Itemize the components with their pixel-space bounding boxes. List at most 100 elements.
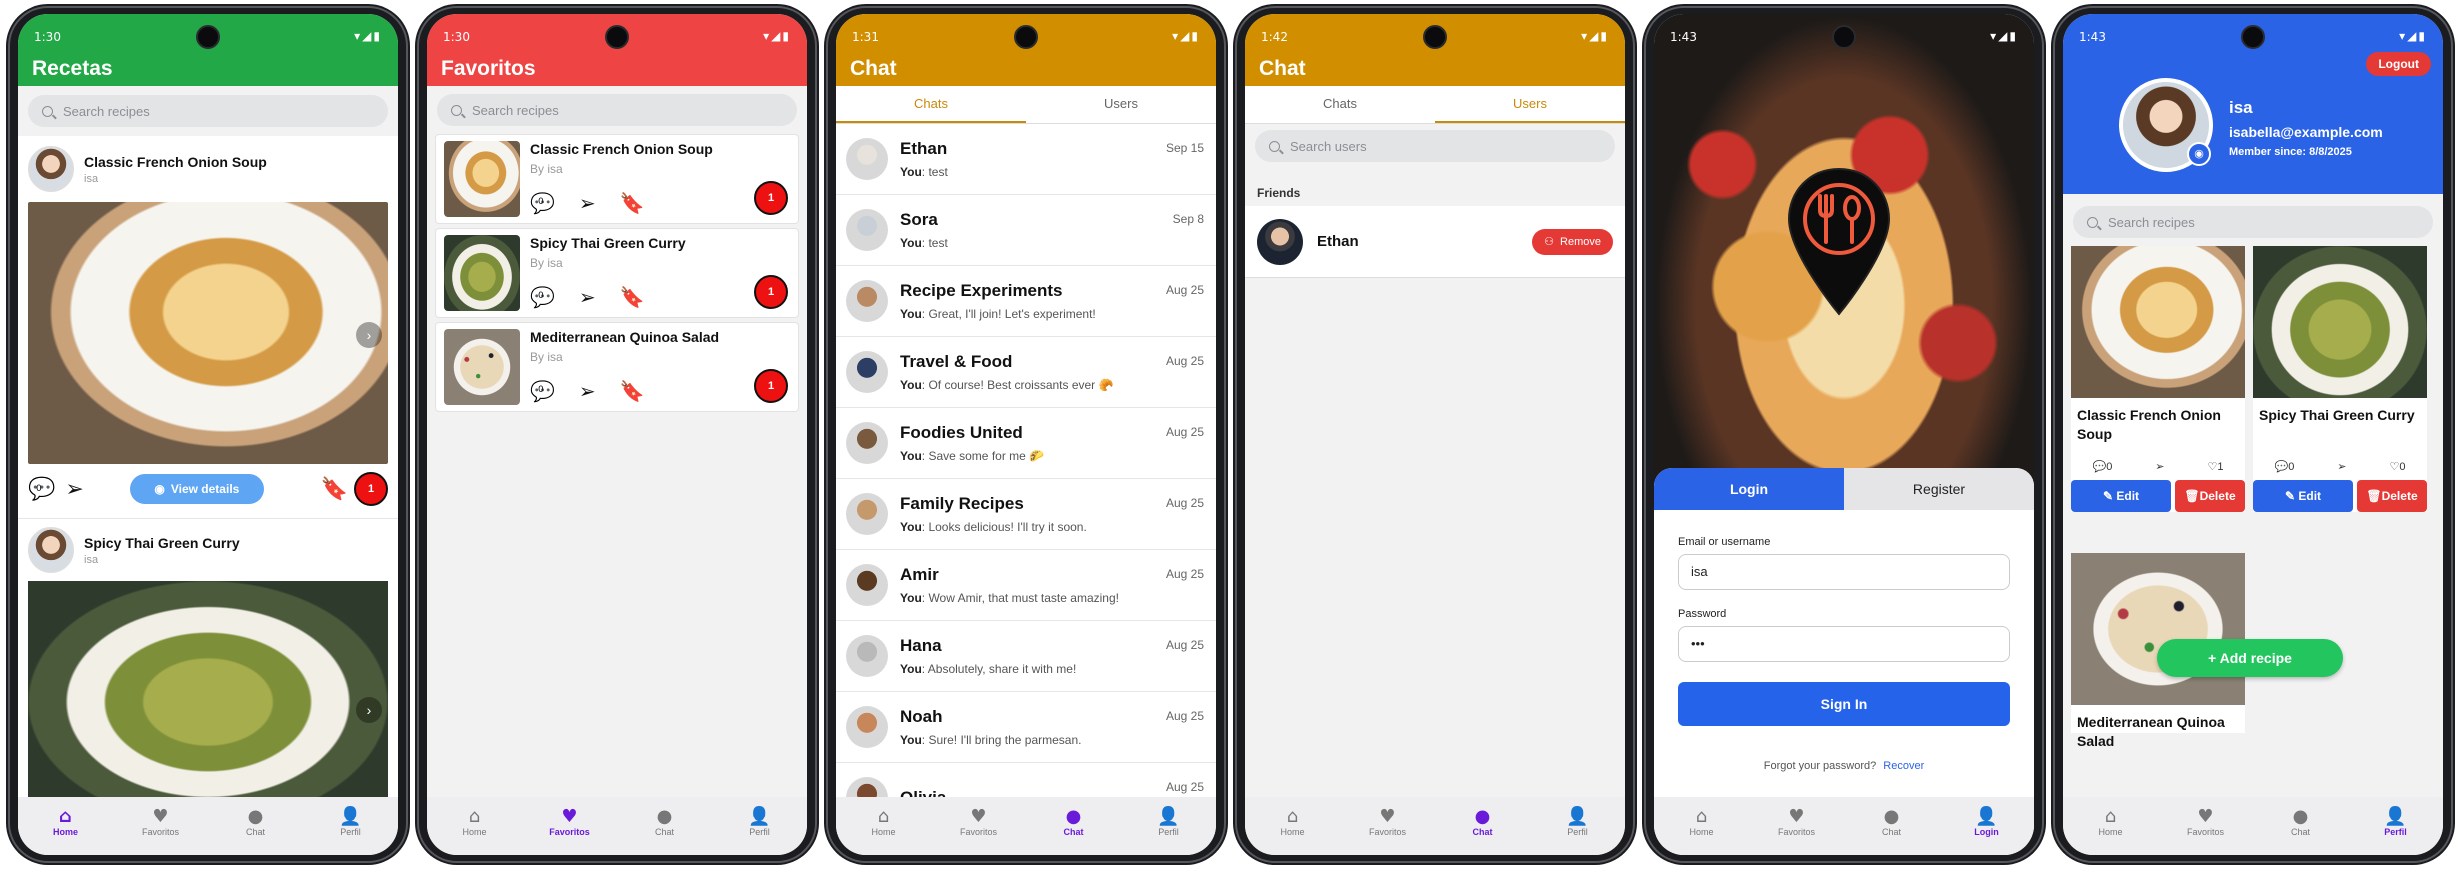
bookmark-icon[interactable]: 🔖 <box>620 285 645 309</box>
chat-row[interactable]: Ethan You: test Sep 15 <box>836 124 1216 195</box>
card-actions: 💬 0 ➢ ◉ View details 🔖 1 <box>28 464 388 514</box>
chat-tabs: Chats Users <box>1245 86 1625 124</box>
nav-chat[interactable]: ● Chat <box>226 807 286 838</box>
tab-register[interactable]: Register <box>1844 468 2034 510</box>
chat-message: : Of course! Best croissants ever 🥐 <box>921 378 1114 392</box>
password-field[interactable]: ••• <box>1678 626 2010 662</box>
comment-icon[interactable]: 💬0 <box>530 191 555 215</box>
next-image-button[interactable]: › <box>356 322 382 348</box>
comment-icon[interactable]: 💬0 <box>28 477 55 502</box>
sign-in-button[interactable]: Sign In <box>1678 682 2010 726</box>
tab-users[interactable]: Users <box>1435 86 1625 123</box>
card-actions: ✎ Edit 🗑Delete <box>2071 480 2245 512</box>
email-field[interactable]: isa <box>1678 554 2010 590</box>
comment-icon[interactable]: 💬0 <box>530 379 555 403</box>
like-button[interactable]: 1 <box>354 472 388 506</box>
search-placeholder: Search recipes <box>2108 214 2195 230</box>
search-input[interactable]: Search recipes <box>437 94 797 126</box>
camera-icon[interactable]: ◉ <box>2187 142 2211 166</box>
nav-chat[interactable]: ● Chat <box>1862 807 1922 838</box>
chat-row[interactable]: Recipe Experiments You: Great, I'll join!… <box>836 266 1216 337</box>
edit-button[interactable]: ✎ Edit <box>2071 480 2171 512</box>
status-time: 1:43 <box>2079 30 2106 44</box>
nav-home[interactable]: ⌂ Home <box>2081 807 2141 838</box>
nav-home[interactable]: ⌂ Home <box>1672 807 1732 838</box>
nav-chat[interactable]: ● Chat <box>2271 807 2331 838</box>
chat-row[interactable]: Noah You: Sure! I'll bring the parmesan. A… <box>836 692 1216 763</box>
camera-cutout <box>1423 25 1447 49</box>
heart-icon: ♥ <box>1379 806 1396 827</box>
share-icon[interactable]: ➢ <box>2155 460 2164 473</box>
nav-profile[interactable]: 👤 Perfil <box>1548 807 1608 838</box>
tab-chats[interactable]: Chats <box>1245 86 1435 123</box>
favorite-item[interactable]: Mediterranean Quinoa Salad By isa 💬 0 ➢ 🔖 1 <box>435 322 799 412</box>
remove-friend-button[interactable]: ⚇ Remove <box>1532 228 1613 255</box>
chat-row[interactable]: Travel & Food You: Of course! Best croiss… <box>836 337 1216 408</box>
add-recipe-button[interactable]: + Add recipe <box>2157 639 2343 677</box>
recover-link[interactable]: Recover <box>1883 760 1924 772</box>
tab-users[interactable]: Users <box>1026 86 1216 123</box>
like-button[interactable]: 1 <box>754 369 788 403</box>
tab-login[interactable]: Login <box>1654 468 1844 510</box>
favorite-item[interactable]: Classic French Onion Soup By isa 💬 0 ➢ 🔖 1 <box>435 134 799 224</box>
like-button[interactable]: 1 <box>754 181 788 215</box>
chat-row[interactable]: Amir You: Wow Amir, that must taste amazi… <box>836 550 1216 621</box>
bookmark-icon[interactable]: 🔖 <box>620 379 645 403</box>
nav-favorites[interactable]: ♥ Favoritos <box>949 807 1009 838</box>
edit-button[interactable]: ✎ Edit <box>2253 480 2353 512</box>
nav-favorites[interactable]: ♥ Favoritos <box>540 807 600 838</box>
grid-card[interactable]: Classic French Onion Soup 💬0 ➢ ♡1 ✎ Edit… <box>2071 246 2245 512</box>
share-icon[interactable]: ➢ <box>579 191 596 215</box>
nav-profile[interactable]: 👤 Perfil <box>730 807 790 838</box>
search-users-input[interactable]: Search users <box>1255 130 1615 162</box>
tab-chats[interactable]: Chats <box>836 86 1026 123</box>
bookmark-icon[interactable]: 🔖 <box>620 191 645 215</box>
nav-profile[interactable]: 👤 Perfil <box>2366 807 2426 838</box>
delete-button[interactable]: 🗑Delete <box>2175 480 2245 512</box>
comment-icon[interactable]: 💬0 <box>530 285 555 309</box>
nav-home[interactable]: ⌂ Home <box>854 807 914 838</box>
recipe-image[interactable]: › <box>28 202 388 464</box>
share-icon[interactable]: ➢ <box>65 477 83 502</box>
recipe-image[interactable]: › <box>28 581 388 801</box>
comment-icon[interactable]: 💬0 <box>2274 460 2294 473</box>
chat-row[interactable]: Sora You: test Sep 8 <box>836 195 1216 266</box>
nav-home[interactable]: ⌂ Home <box>445 807 505 838</box>
share-icon[interactable]: ➢ <box>2337 460 2346 473</box>
heart-icon: ♥ <box>1788 806 1805 827</box>
share-icon[interactable]: ➢ <box>579 379 596 403</box>
chat-row[interactable]: Family Recipes You: Looks delicious! I'll… <box>836 479 1216 550</box>
share-icon[interactable]: ➢ <box>579 285 596 309</box>
grid-card[interactable]: Spicy Thai Green Curry 💬0 ➢ ♡0 ✎ Edit 🗑D… <box>2253 246 2427 512</box>
chat-message: : Great, I'll join! Let's experiment! <box>921 307 1096 321</box>
search-input[interactable]: Search recipes <box>28 95 388 127</box>
nav-profile[interactable]: 👤 Perfil <box>321 807 381 838</box>
chat-row[interactable]: Foodies United You: Save some for me 🌮 Aug… <box>836 408 1216 479</box>
friend-row[interactable]: Ethan ⚇ Remove <box>1245 206 1625 278</box>
nav-favorites[interactable]: ♥ Favoritos <box>1767 806 1827 838</box>
search-input[interactable]: Search recipes <box>2073 206 2433 238</box>
nav-chat[interactable]: ● Chat <box>1453 807 1513 838</box>
recipe-thumbnail <box>2253 246 2427 398</box>
delete-button[interactable]: 🗑Delete <box>2357 480 2427 512</box>
comment-icon[interactable]: 💬0 <box>2092 460 2112 473</box>
nav-favorites[interactable]: ♥ Favoritos <box>131 807 191 838</box>
nav-login[interactable]: 👤 Login <box>1957 807 2017 838</box>
favorite-item[interactable]: Spicy Thai Green Curry By isa 💬 0 ➢ 🔖 1 <box>435 228 799 318</box>
heart-icon[interactable]: ♡1 <box>2208 460 2224 473</box>
chat-row[interactable]: Hana You: Absolutely, share it with me! Au… <box>836 621 1216 692</box>
profile-avatar[interactable]: ◉ <box>2119 78 2213 172</box>
nav-favorites[interactable]: ♥ Favoritos <box>1358 806 1418 838</box>
next-image-button[interactable]: › <box>356 697 382 723</box>
nav-profile[interactable]: 👤 Perfil <box>1139 807 1199 838</box>
bookmark-icon[interactable]: 🔖 <box>321 477 348 502</box>
nav-favorites[interactable]: ♥ Favoritos <box>2176 807 2236 838</box>
heart-icon[interactable]: ♡0 <box>2390 460 2406 473</box>
nav-home[interactable]: ⌂ Home <box>1263 807 1323 838</box>
nav-chat[interactable]: ● Chat <box>635 807 695 838</box>
like-button[interactable]: 1 <box>754 275 788 309</box>
nav-home[interactable]: ⌂ Home <box>36 807 96 838</box>
view-details-button[interactable]: ◉ View details <box>129 474 264 504</box>
nav-chat[interactable]: ● Chat <box>1044 807 1104 838</box>
logout-button[interactable]: Logout <box>2366 52 2431 76</box>
